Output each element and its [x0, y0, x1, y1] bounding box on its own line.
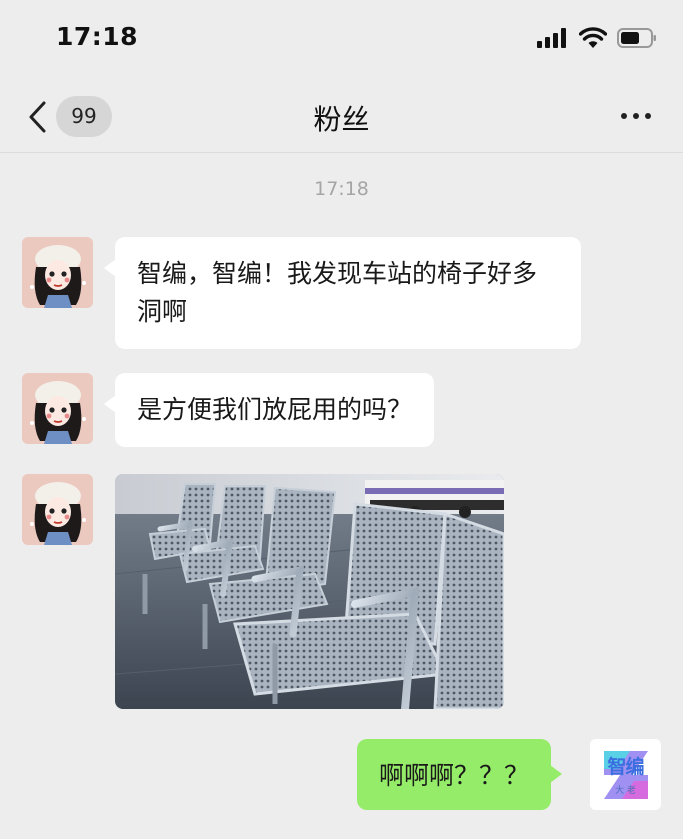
status-bar: 17:18	[0, 0, 683, 80]
chat-header: 99 粉丝	[0, 80, 683, 153]
message-timestamp: 17:18	[314, 178, 369, 200]
battery-icon	[617, 28, 656, 48]
friend-avatar[interactable]	[22, 373, 93, 444]
friend-avatar[interactable]	[22, 474, 93, 545]
self-avatar[interactable]: 智编 大 老	[590, 739, 661, 810]
message-bubble-incoming[interactable]: 智编，智编！我发现车站的椅子好多洞啊	[104, 237, 581, 349]
status-icons	[537, 27, 657, 49]
chat-title: 粉丝	[313, 103, 370, 136]
avatar-logo-text: 智编	[607, 756, 644, 778]
friend-avatar[interactable]	[22, 237, 93, 308]
status-time: 17:18	[56, 22, 139, 51]
message-image[interactable]	[115, 474, 504, 709]
message-bubble-incoming[interactable]: 是方便我们放屁用的吗？	[103, 373, 435, 447]
signal-icon	[537, 28, 566, 48]
message-bubble-outgoing[interactable]: 啊啊啊？？？	[357, 739, 563, 810]
wifi-icon	[579, 27, 607, 48]
avatar-logo-subtext: 大 老	[615, 786, 636, 796]
more-icon[interactable]	[619, 108, 653, 124]
